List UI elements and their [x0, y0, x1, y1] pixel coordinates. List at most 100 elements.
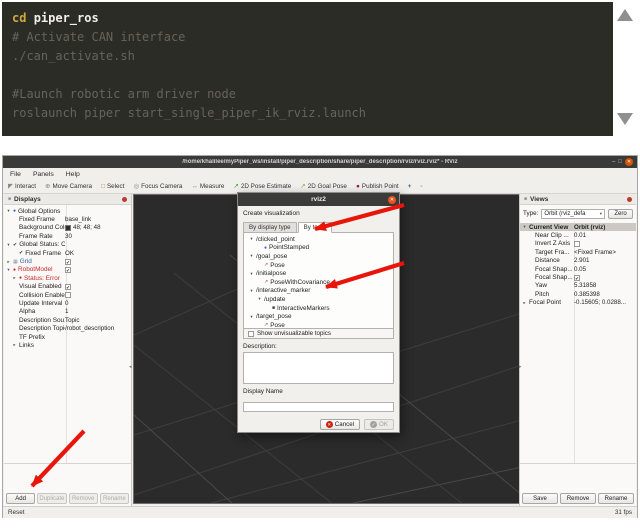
displays-row-robotmodel[interactable]: ▾●RobotModel✔	[4, 266, 131, 274]
panel-close-icon[interactable]	[122, 197, 127, 202]
views-row-invert-z-axis[interactable]: Invert Z Axis	[520, 240, 636, 248]
expanded-arrow-icon[interactable]: ▾	[249, 236, 254, 242]
displays-row-collision-enabled[interactable]: Collision Enabled	[4, 291, 131, 299]
displays-row-global-options[interactable]: ▾●Global Options	[4, 207, 131, 215]
views-row-distance[interactable]: Distance2.901	[520, 257, 636, 265]
views-row-focal-shap[interactable]: Focal Shap...0.05	[520, 265, 636, 273]
expanded-arrow-icon[interactable]: ▾	[249, 253, 254, 259]
views-row-pitch[interactable]: Pitch0.385398	[520, 290, 636, 298]
displays-duplicate-button[interactable]: Duplicate	[37, 493, 66, 504]
topic-row-goal-pose[interactable]: ▾/goal_pose	[244, 252, 393, 261]
menu-panels[interactable]: Panels	[33, 171, 54, 178]
views-row-focal-point[interactable]: ▸Focal Point-0.15605; 0.0288...	[520, 299, 636, 307]
topic-row-interactive-marker[interactable]: ▾/interactive_marker	[244, 287, 393, 296]
displays-row-fixed-frame[interactable]: Fixed Framebase_link	[4, 215, 131, 223]
toolbar-2d-pose-estimate[interactable]: ↗2D Pose Estimate	[233, 183, 291, 190]
splitter-collapse-right-icon[interactable]: ▸	[519, 364, 522, 370]
checkbox-unchecked[interactable]	[248, 331, 254, 337]
display-name-input[interactable]	[243, 402, 394, 412]
topic-row-interactivemarkers[interactable]: ■InteractiveMarkers	[244, 304, 393, 313]
checkbox-checked[interactable]: ✔	[574, 275, 580, 281]
checkbox-checked[interactable]: ✔	[65, 267, 71, 273]
topic-row-initialpose[interactable]: ▾/initialpose	[244, 269, 393, 278]
zero-button[interactable]: Zero	[608, 209, 633, 219]
views-rename-button[interactable]: Rename	[598, 493, 634, 504]
window-titlebar[interactable]: /home/khalilee/myPiper_ws/install/piper_…	[3, 156, 637, 168]
toolbar-2d-goal-pose[interactable]: ↗2D Goal Pose	[300, 183, 347, 190]
toolbar-item[interactable]: -	[420, 183, 422, 190]
displays-row-links[interactable]: ▸Links	[4, 341, 131, 349]
dialog-cancel-button[interactable]: ✕Cancel	[320, 419, 360, 430]
expanded-arrow-icon[interactable]: ▾	[6, 208, 11, 214]
scroll-up-icon[interactable]	[617, 9, 633, 21]
checkbox-unchecked[interactable]	[574, 241, 580, 247]
toolbar-measure[interactable]: ↔Measure	[191, 183, 224, 190]
tab-by-topic[interactable]: By topic	[298, 222, 332, 233]
minimize-icon[interactable]: –	[612, 158, 615, 166]
menu-help[interactable]: Help	[66, 171, 80, 178]
topic-row-posewithcovariance[interactable]: ↗PoseWithCovariance	[244, 278, 393, 287]
displays-row-description-sou[interactable]: Description Sou...Topic	[4, 316, 131, 324]
views-row-current-view[interactable]: ▾Current ViewOrbit (rviz)	[520, 223, 636, 231]
menu-file[interactable]: File	[10, 171, 21, 178]
splitter-collapse-left-icon[interactable]: ◂	[129, 364, 132, 370]
expanded-arrow-icon[interactable]: ▾	[522, 224, 527, 230]
show-unvisualizable-row[interactable]: Show unvisualizable topics	[243, 329, 394, 339]
views-row-near-clip[interactable]: Near Clip ...0.01	[520, 231, 636, 239]
views-row-target-fra[interactable]: Target Fra...<Fixed Frame>	[520, 248, 636, 256]
topic-row-pose[interactable]: ↗Pose	[244, 321, 393, 329]
topic-row-pointstamped[interactable]: ●PointStamped	[244, 244, 393, 253]
expanded-arrow-icon[interactable]: ▾	[249, 288, 254, 294]
views-save-button[interactable]: Save	[522, 493, 558, 504]
collapsed-arrow-icon[interactable]: ▸	[12, 342, 17, 348]
panel-close-icon[interactable]	[627, 197, 632, 202]
view-type-select[interactable]: Orbit (rviz_defa ▾	[541, 209, 605, 219]
displays-row-grid[interactable]: ▸▦Grid✔	[4, 257, 131, 265]
collapsed-arrow-icon[interactable]: ▸	[522, 300, 527, 306]
displays-row-status-error[interactable]: ▸●Status: Error	[4, 274, 131, 282]
toolbar-move-camera[interactable]: ⊕Move Camera	[45, 183, 92, 190]
topic-row-pose[interactable]: ↗Pose	[244, 261, 393, 270]
toolbar-focus-camera[interactable]: ◎Focus Camera	[133, 183, 182, 190]
expanded-arrow-icon[interactable]: ▾	[249, 314, 254, 320]
window-close-icon[interactable]: ✕	[625, 158, 633, 166]
topic-row-clicked-point[interactable]: ▾/clicked_point	[244, 235, 393, 244]
toolbar-interact[interactable]: ◤Interact	[8, 183, 36, 190]
expanded-arrow-icon[interactable]: ▾	[257, 296, 262, 302]
dialog-ok-button[interactable]: ✓OK	[364, 419, 394, 430]
displays-row-background-color[interactable]: Background Color48; 48; 48	[4, 224, 131, 232]
checkbox-unchecked[interactable]	[65, 292, 71, 298]
collapsed-arrow-icon[interactable]: ▸	[6, 259, 11, 265]
expanded-arrow-icon[interactable]: ▾	[249, 271, 254, 277]
maximize-icon[interactable]: □	[618, 158, 622, 166]
displays-row-alpha[interactable]: Alpha1	[4, 308, 131, 316]
topic-row-update[interactable]: ▾/update	[244, 295, 393, 304]
displays-row-global-status-ok[interactable]: ▾✔Global Status: Ok	[4, 241, 131, 249]
checkbox-checked[interactable]: ✔	[65, 259, 71, 265]
views-row-focal-shap[interactable]: Focal Shap...✔	[520, 273, 636, 281]
toolbar-publish-point[interactable]: ●Publish Point	[356, 183, 399, 190]
displays-row-tf-prefix[interactable]: TF Prefix	[4, 333, 131, 341]
description-box[interactable]	[243, 352, 394, 384]
topic-row-target-pose[interactable]: ▾/target_pose	[244, 312, 393, 321]
collapsed-arrow-icon[interactable]: ▸	[12, 275, 17, 281]
views-remove-button[interactable]: Remove	[560, 493, 596, 504]
displays-row-update-interval[interactable]: Update Interval0	[4, 299, 131, 307]
displays-add-button[interactable]: Add	[6, 493, 35, 504]
dialog-close-icon[interactable]: ✕	[388, 196, 396, 204]
views-row-yaw[interactable]: Yaw5.31858	[520, 282, 636, 290]
displays-rename-button[interactable]: Rename	[100, 493, 129, 504]
displays-row-fixed-frame[interactable]: ✔Fixed FrameOK	[4, 249, 131, 257]
scroll-down-icon[interactable]	[617, 113, 633, 125]
dialog-titlebar[interactable]: rviz2 ✕	[238, 193, 399, 206]
displays-row-visual-enabled[interactable]: Visual Enabled✔	[4, 283, 131, 291]
displays-row-frame-rate[interactable]: Frame Rate30	[4, 232, 131, 240]
checkbox-checked[interactable]: ✔	[65, 284, 71, 290]
toolbar-item[interactable]: +	[408, 183, 412, 190]
toolbar-select[interactable]: □Select	[101, 183, 124, 190]
reset-status[interactable]: Reset	[8, 509, 24, 516]
displays-remove-button[interactable]: Remove	[69, 493, 98, 504]
expanded-arrow-icon[interactable]: ▾	[6, 267, 11, 273]
tab-by-display-type[interactable]: By display type	[243, 222, 297, 233]
expanded-arrow-icon[interactable]: ▾	[6, 242, 11, 248]
